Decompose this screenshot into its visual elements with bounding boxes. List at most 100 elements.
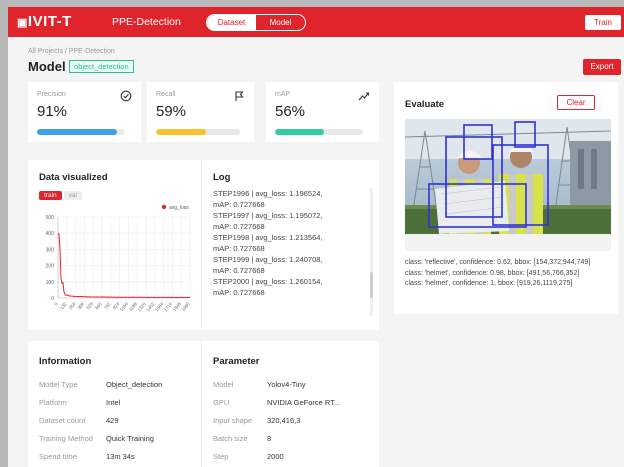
x-tick-label: 528 <box>85 301 94 310</box>
log-card: Log STEP1996 | avg_loss: 1.196524, mAP: … <box>201 160 379 330</box>
map-bar <box>275 129 363 135</box>
upload-area[interactable] <box>404 119 612 251</box>
info-key: Platform <box>39 398 67 407</box>
x-tick-label: 1980 <box>180 301 191 312</box>
export-button[interactable]: Export <box>583 59 621 75</box>
metric-value: 91% <box>37 103 68 120</box>
log-output[interactable]: STEP1996 | avg_loss: 1.196524, mAP: 0.72… <box>213 188 361 316</box>
information-card: Information Model Type Object_detection … <box>28 341 201 467</box>
y-tick-label: 300 <box>46 247 55 253</box>
flag-icon <box>235 91 244 101</box>
info-key: Training Method <box>39 434 93 443</box>
map-bar-fill <box>275 129 325 135</box>
result-line: class: 'reflective', confidence: 0.62, b… <box>405 259 591 266</box>
tab-dataset[interactable]: Dataset <box>207 15 256 30</box>
y-tick-label: 400 <box>46 231 55 237</box>
scroll-thumb[interactable] <box>370 272 373 298</box>
legend-label: avg_loss <box>169 205 189 211</box>
param-value: NVIDIA GeForce RT... <box>267 398 341 407</box>
y-tick-label: 200 <box>46 264 55 270</box>
clear-button[interactable]: Clear <box>557 95 595 110</box>
model-type-tag: object_detection <box>69 60 134 73</box>
metric-value: 56% <box>275 103 306 120</box>
legend-marker <box>161 205 167 210</box>
trend-icon <box>358 92 370 101</box>
tab-val[interactable]: val <box>63 191 82 200</box>
result-line: class: 'helmet', confidence: 0.98, bbox:… <box>405 269 580 277</box>
info-value: 429 <box>106 416 119 425</box>
evaluate-card: Evaluate Clear class: 'reflective', conf… <box>394 82 618 314</box>
view-switch: Dataset Model <box>206 14 306 31</box>
chart-tabs: train val <box>39 191 82 200</box>
x-tick-label: 1848 <box>172 301 183 312</box>
info-value: 13m 34s <box>106 452 135 461</box>
param-key: Model <box>213 380 234 389</box>
x-tick-label: 660 <box>94 301 103 310</box>
page-title: Model <box>28 59 66 74</box>
x-tick-label: 1584 <box>154 301 165 312</box>
metric-value: 59% <box>156 103 187 120</box>
logo-mark-icon: ▣ <box>17 17 28 29</box>
param-value: 8 <box>267 434 272 443</box>
x-tick-label: 1716 <box>163 301 174 312</box>
y-tick-label: 0 <box>51 296 54 302</box>
param-key: GPU <box>213 398 230 407</box>
log-line: STEP1998 | avg_loss: 1.213564, <box>213 233 323 242</box>
info-key: Dataset count <box>39 416 86 425</box>
train-button[interactable]: Train <box>585 15 621 30</box>
section-title: Log <box>213 172 231 183</box>
info-value: Object_detection <box>106 380 163 389</box>
log-line: mAP: 0.727668 <box>213 244 265 253</box>
loss-chart: 50040030020010000 132 264 396 528 660 792 92410… <box>46 205 191 312</box>
result-line: class: 'helmet', confidence: 1, bbox: [9… <box>405 280 573 287</box>
precision-bar <box>37 129 125 135</box>
log-line: mAP: 0.727668 <box>213 200 265 209</box>
x-tick-label: 0 <box>53 301 59 307</box>
app-logo[interactable]: ▣IVIT-T <box>17 13 72 30</box>
section-title: Information <box>39 356 92 367</box>
x-tick-label: 264 <box>68 301 77 310</box>
log-line: STEP2000 | avg_loss: 1.260154, <box>213 277 323 286</box>
info-value: Intel <box>106 398 121 407</box>
x-tick-label: 792 <box>103 301 112 310</box>
x-tick-label: 1452 <box>145 301 156 312</box>
param-value: Yolov4-Tiny <box>267 380 306 389</box>
project-name: PPE-Detection <box>112 16 181 28</box>
log-line: STEP1997 | avg_loss: 1.195072, <box>213 211 323 220</box>
metric-label: Recall <box>156 91 176 98</box>
param-key: Step <box>213 452 229 461</box>
section-title: Evaluate <box>405 99 445 110</box>
param-key: Input shape <box>213 416 253 425</box>
y-tick-label: 500 <box>46 215 55 221</box>
x-tick-label: 132 <box>59 301 68 310</box>
info-key: Model Type <box>39 380 78 389</box>
breadcrumb[interactable]: All Projects / PPE-Detection <box>28 48 115 55</box>
x-tick-label: 1320 <box>136 301 147 312</box>
param-value: 2000 <box>267 452 284 461</box>
log-line: mAP: 0.727668 <box>213 288 265 297</box>
param-value: 320,416,3 <box>267 416 301 425</box>
metric-label: Precision <box>37 91 66 98</box>
metric-label: mAP <box>275 91 291 98</box>
log-line: mAP: 0.727668 <box>213 266 265 275</box>
x-tick-label: 1056 <box>119 301 130 312</box>
evaluated-image <box>404 119 612 234</box>
info-value: Quick Training <box>106 434 154 443</box>
section-title: Data visualized <box>39 172 108 183</box>
section-title: Parameter <box>213 356 260 367</box>
tab-train[interactable]: train <box>39 191 62 200</box>
evaluate-results: class: 'reflective', confidence: 0.62, b… <box>405 258 611 290</box>
x-tick-label: 396 <box>77 301 86 310</box>
log-scrollbar[interactable] <box>370 188 373 316</box>
precision-bar-fill <box>37 129 118 135</box>
info-key: Spend time <box>39 452 77 461</box>
y-tick-label: 100 <box>46 280 55 286</box>
tab-model[interactable]: Model <box>256 15 305 30</box>
log-line: STEP1996 | avg_loss: 1.196524, <box>213 189 323 198</box>
app-window: ▣IVIT-T PPE-Detection Dataset Model Trai… <box>8 7 624 467</box>
top-bar: ▣IVIT-T PPE-Detection Dataset Model Trai… <box>8 7 624 37</box>
data-visualized-card: Data visualized train val 500 400 300 200 10… <box>28 160 201 330</box>
parameter-card: Parameter Model Yolov4-Tiny GPU NVIDIA G… <box>201 341 379 467</box>
log-line: mAP: 0.727668 <box>213 222 265 231</box>
check-circle-icon <box>120 90 132 102</box>
